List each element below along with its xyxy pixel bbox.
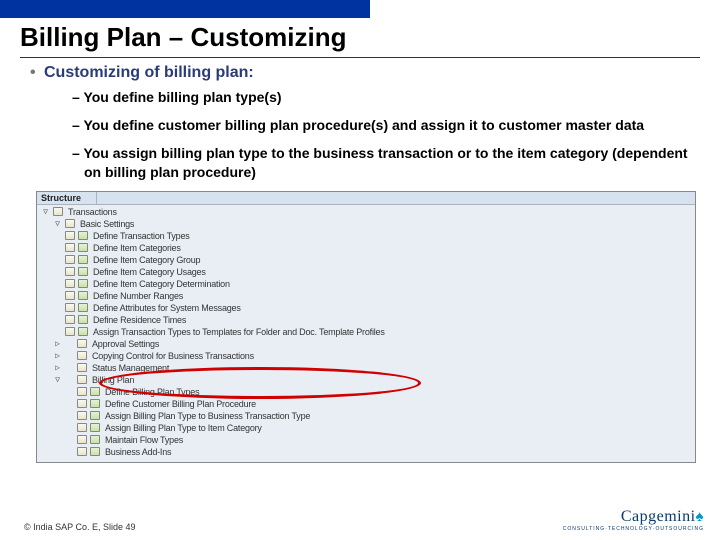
- tree-row[interactable]: Define Transaction Types: [41, 230, 693, 242]
- activity-icon: [90, 447, 100, 456]
- doc-icon: [65, 231, 75, 240]
- folder-icon: [53, 207, 63, 216]
- doc-icon: [65, 303, 75, 312]
- activity-icon: [78, 303, 88, 312]
- doc-icon: [65, 291, 75, 300]
- tree-row[interactable]: Define Residence Times: [41, 314, 693, 326]
- doc-icon: [65, 327, 75, 336]
- doc-icon: [77, 387, 87, 396]
- tree-column-header: [97, 192, 695, 204]
- doc-icon: [77, 435, 87, 444]
- activity-icon: [78, 267, 88, 276]
- tree-row[interactable]: Define Item Categories: [41, 242, 693, 254]
- tree-row[interactable]: Maintain Flow Types: [41, 434, 693, 446]
- activity-icon: [90, 387, 100, 396]
- doc-icon: [65, 279, 75, 288]
- activity-icon: [90, 411, 100, 420]
- activity-icon: [78, 255, 88, 264]
- folder-icon: [77, 351, 87, 360]
- doc-icon: [65, 267, 75, 276]
- folder-icon: [77, 363, 87, 372]
- bullet-item: You define customer billing plan procedu…: [30, 116, 696, 134]
- doc-icon: [77, 447, 87, 456]
- slide-title: Billing Plan – Customizing: [20, 22, 720, 53]
- doc-icon: [77, 411, 87, 420]
- doc-icon: [65, 315, 75, 324]
- tree-row[interactable]: Define Item Category Usages: [41, 266, 693, 278]
- doc-icon: [77, 423, 87, 432]
- tree: ▽Transactions ▽Basic Settings Define Tra…: [37, 205, 695, 460]
- tree-row[interactable]: Define Billing Plan Types: [41, 386, 693, 398]
- folder-icon: [77, 339, 87, 348]
- tree-row[interactable]: Define Attributes for System Messages: [41, 302, 693, 314]
- activity-icon: [78, 231, 88, 240]
- activity-icon: [78, 327, 88, 336]
- tree-row[interactable]: ▷Status Management: [41, 362, 693, 374]
- bullet-item: You assign billing plan type to the busi…: [30, 144, 696, 180]
- tree-row[interactable]: ▷Copying Control for Business Transactio…: [41, 350, 693, 362]
- folder-icon: [65, 219, 75, 228]
- tree-corner-label: Structure: [37, 192, 97, 204]
- activity-icon: [78, 243, 88, 252]
- activity-icon: [78, 291, 88, 300]
- tree-row[interactable]: ▽Basic Settings: [41, 218, 693, 230]
- sap-screenshot: Structure ▽Transactions ▽Basic Settings …: [36, 191, 696, 463]
- tree-row[interactable]: Business Add-Ins: [41, 446, 693, 458]
- activity-icon: [90, 435, 100, 444]
- tree-row[interactable]: Define Number Ranges: [41, 290, 693, 302]
- tree-row[interactable]: ▽Billing Plan: [41, 374, 693, 386]
- tree-row[interactable]: Define Item Category Determination: [41, 278, 693, 290]
- doc-icon: [77, 399, 87, 408]
- tree-row[interactable]: Define Item Category Group: [41, 254, 693, 266]
- title-accent-bar: [0, 0, 370, 18]
- tree-row[interactable]: Assign Billing Plan Type to Business Tra…: [41, 410, 693, 422]
- doc-icon: [65, 243, 75, 252]
- bullet-item: You define billing plan type(s): [30, 88, 696, 106]
- company-logo: Capgemini♠ CONSULTING·TECHNOLOGY·OUTSOUR…: [563, 508, 704, 532]
- tree-row[interactable]: ▷Approval Settings: [41, 338, 693, 350]
- divider: [20, 57, 700, 58]
- tree-row[interactable]: Assign Transaction Types to Templates fo…: [41, 326, 693, 338]
- bullet-block: Customizing of billing plan: You define …: [30, 64, 696, 181]
- tree-row[interactable]: ▽Transactions: [41, 206, 693, 218]
- activity-icon: [90, 423, 100, 432]
- tree-row[interactable]: Assign Billing Plan Type to Item Categor…: [41, 422, 693, 434]
- tree-row[interactable]: Define Customer Billing Plan Procedure: [41, 398, 693, 410]
- activity-icon: [78, 315, 88, 324]
- doc-icon: [65, 255, 75, 264]
- folder-icon: [77, 375, 87, 384]
- slide-footer: © India SAP Co. E, Slide 49: [24, 522, 136, 532]
- section-heading: Customizing of billing plan:: [30, 64, 696, 82]
- activity-icon: [78, 279, 88, 288]
- activity-icon: [90, 399, 100, 408]
